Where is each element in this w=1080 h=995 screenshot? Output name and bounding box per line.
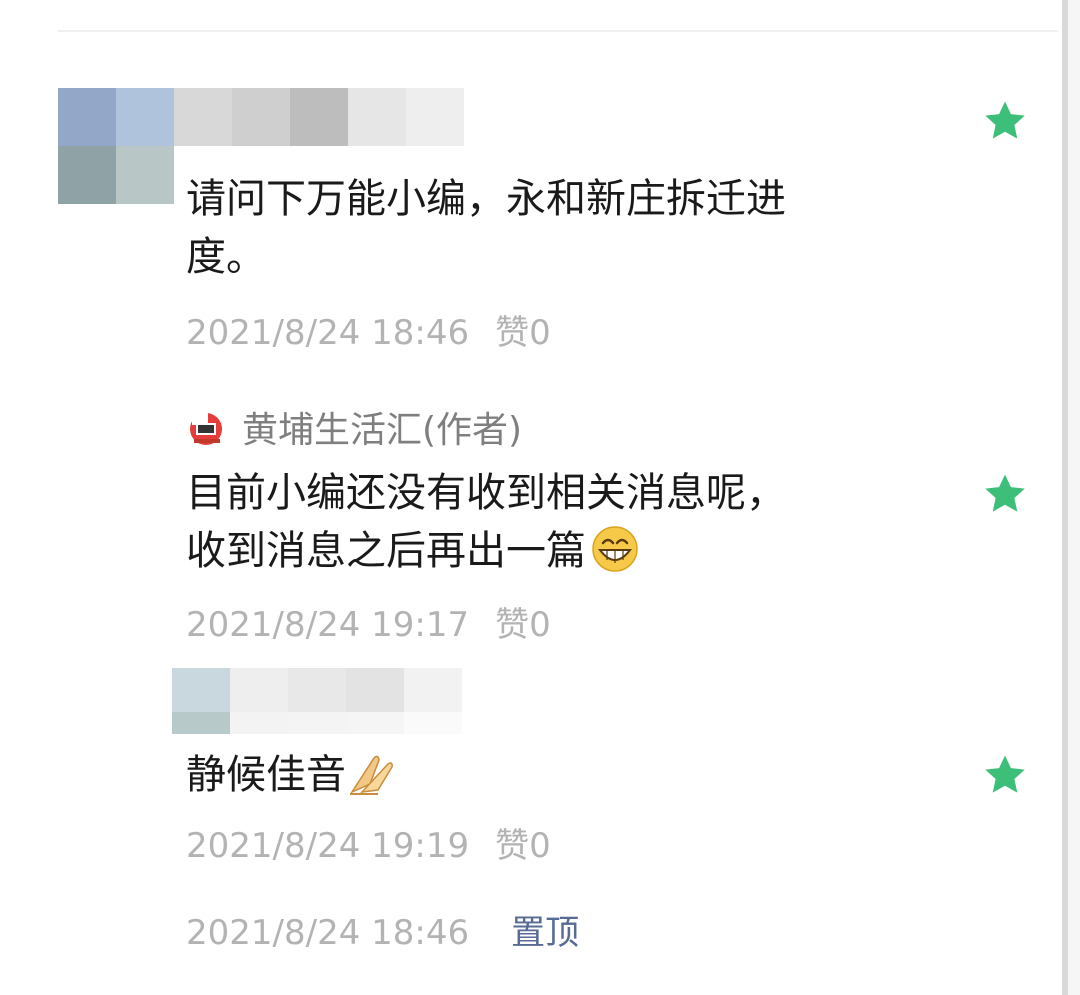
author-row: 黄埔生活汇(作者) xyxy=(186,402,522,452)
reply-meta: 2021/8/24 19:17 赞0 xyxy=(186,605,551,645)
like-button[interactable]: 赞0 xyxy=(495,826,551,866)
pin-button[interactable]: 置顶 xyxy=(511,913,579,953)
comment-time: 2021/8/24 18:46 xyxy=(186,313,470,353)
comment-meta: 2021/8/24 19:19 赞0 xyxy=(186,826,551,866)
reply-text: 目前小编还没有收到相关消息呢， 收到消息之后再出一篇 xyxy=(186,470,786,574)
like-button[interactable]: 赞0 xyxy=(495,313,551,353)
reply-time: 2021/8/24 19:17 xyxy=(186,605,470,645)
author-avatar xyxy=(190,413,222,445)
grinning-face-icon xyxy=(592,526,638,572)
star-icon[interactable] xyxy=(982,471,1028,517)
footer-time: 2021/8/24 18:46 xyxy=(186,913,470,953)
top-divider xyxy=(58,30,1058,32)
comment-meta: 2021/8/24 18:46 赞0 xyxy=(186,313,551,353)
comment-text: 请问下万能小编，永和新庄拆迁进 度。 xyxy=(186,176,786,280)
footer-meta: 2021/8/24 18:46 置顶 xyxy=(186,913,579,953)
like-button[interactable]: 赞0 xyxy=(495,605,551,645)
comment-text: 静候佳音 xyxy=(186,746,402,804)
star-icon[interactable] xyxy=(982,98,1028,144)
folded-hands-icon xyxy=(350,755,393,795)
author-name[interactable]: 黄埔生活汇(作者) xyxy=(242,401,522,453)
comment-time: 2021/8/24 19:19 xyxy=(186,826,470,866)
page-edge xyxy=(1068,0,1080,995)
blurred-avatar-and-name xyxy=(172,668,462,734)
star-icon[interactable] xyxy=(982,752,1028,798)
